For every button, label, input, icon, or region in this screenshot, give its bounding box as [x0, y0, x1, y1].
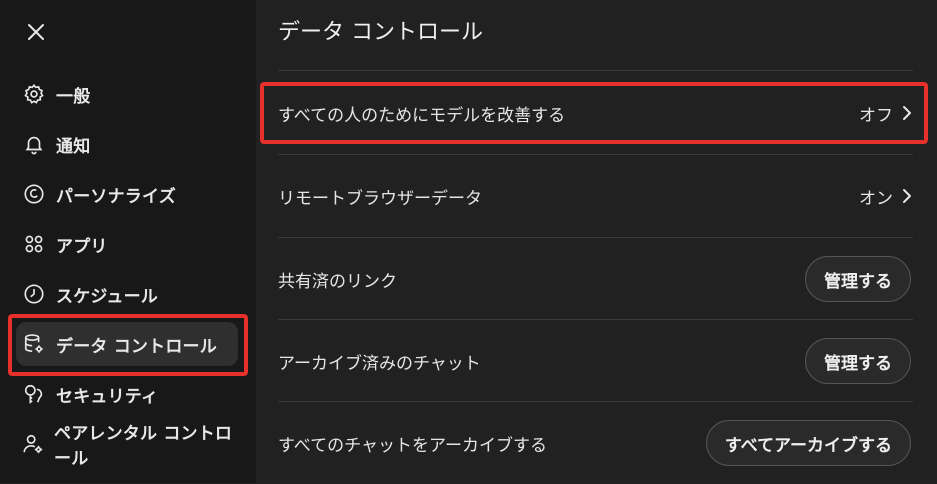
setting-label: アーカイブ済みのチャット [278, 353, 481, 374]
sidebar-item-label: セキュリティ [56, 386, 159, 407]
sidebar-item-general[interactable]: 一般 [16, 72, 238, 116]
sidebar-item-parental-controls[interactable]: ペアレンタル コントロール [16, 422, 238, 469]
sidebar-item-schedule[interactable]: スケジュール [16, 272, 238, 316]
bell-icon [22, 132, 46, 156]
sidebar-item-apps[interactable]: アプリ [16, 222, 238, 266]
sidebar-item-personalize[interactable]: パーソナライズ [16, 172, 238, 216]
remote-browser-data-toggle[interactable]: オン [859, 184, 913, 209]
highlight-box-sidebar [8, 314, 248, 376]
chevron-right-icon [903, 189, 911, 203]
key-lock-icon [22, 382, 46, 406]
settings-sidebar: 一般 通知 パーソナライズ アプリ スケジュール データ コントロール セキュリ… [0, 0, 256, 483]
setting-row-shared-links: 共有済のリンク 管理する [278, 238, 913, 320]
sidebar-item-label: スケジュール [56, 286, 159, 307]
close-button[interactable] [24, 20, 48, 44]
setting-label: すべてのチャットをアーカイブする [278, 435, 547, 456]
setting-value: オン [859, 188, 893, 209]
clock-icon [22, 282, 46, 306]
settings-main-panel: データ コントロール すべての人のためにモデルを改善する オフ リモートブラウザ… [256, 0, 937, 483]
highlight-box-improve-model [260, 82, 928, 144]
sidebar-item-security[interactable]: セキュリティ [16, 372, 238, 416]
personalize-icon [22, 182, 46, 206]
setting-row-archived-chats: アーカイブ済みのチャット 管理する [278, 320, 913, 402]
manage-shared-links-button[interactable]: 管理する [805, 256, 911, 302]
close-icon [28, 24, 44, 40]
parental-user-icon [22, 432, 44, 456]
sidebar-item-label: 通知 [56, 136, 91, 157]
apps-grid-icon [22, 232, 46, 256]
divider [278, 70, 913, 71]
page-title: データ コントロール [278, 20, 483, 45]
setting-row-remote-browser-data[interactable]: リモートブラウザーデータ オン [278, 155, 913, 237]
setting-label: 共有済のリンク [278, 271, 397, 292]
gear-icon [22, 82, 46, 106]
setting-row-archive-all: すべてのチャットをアーカイブする すべてアーカイブする [278, 402, 913, 484]
setting-label: リモートブラウザーデータ [278, 188, 482, 209]
sidebar-item-label: 一般 [56, 86, 91, 107]
sidebar-item-notifications[interactable]: 通知 [16, 122, 238, 166]
sidebar-item-label: ペアレンタル コントロール [54, 424, 233, 469]
archive-all-button[interactable]: すべてアーカイブする [705, 420, 911, 466]
sidebar-item-label: アプリ [56, 236, 108, 257]
sidebar-item-label: パーソナライズ [56, 186, 176, 207]
manage-archived-chats-button[interactable]: 管理する [805, 338, 911, 384]
